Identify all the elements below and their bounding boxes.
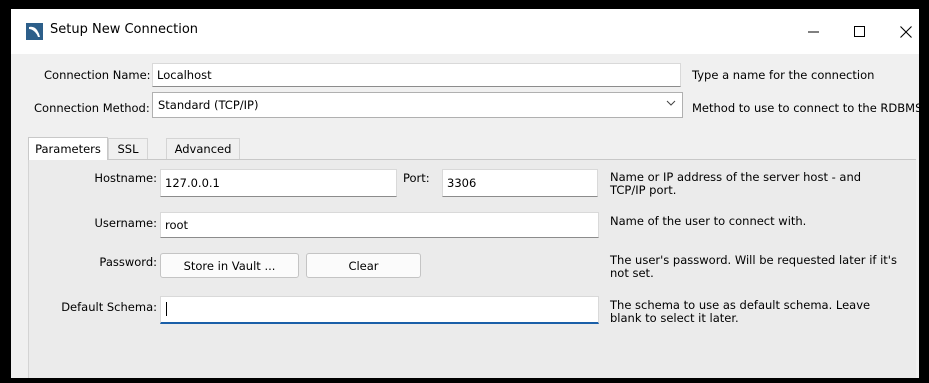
minimize-button[interactable]: [790, 9, 836, 54]
tab-parameters[interactable]: Parameters: [28, 137, 108, 160]
default-schema-input[interactable]: [160, 296, 599, 324]
connection-method-select[interactable]: Standard (TCP/IP): [152, 92, 683, 118]
clear-password-button[interactable]: Clear: [306, 253, 421, 278]
setup-connection-dialog: Setup New Connection Connection Name: Lo…: [11, 9, 919, 378]
maximize-icon: [853, 26, 865, 37]
tab-advanced[interactable]: Advanced: [166, 138, 240, 159]
connection-name-input[interactable]: Localhost: [152, 63, 681, 87]
connection-name-help: Type a name for the connection: [692, 68, 875, 82]
parameters-panel: Hostname: 127.0.0.1 Port: 3306 Name or I…: [28, 159, 916, 378]
maximize-button[interactable]: [836, 9, 882, 54]
minimize-icon: [807, 31, 819, 33]
default-schema-label: Default Schema:: [61, 300, 157, 314]
hostname-help: Name or IP address of the server host - …: [610, 170, 862, 197]
store-in-vault-button[interactable]: Store in Vault ...: [160, 253, 299, 278]
username-label: Username:: [94, 216, 158, 230]
port-input[interactable]: 3306: [442, 169, 598, 197]
username-help: Name of the user to connect with.: [610, 214, 807, 228]
connection-method-value: Standard (TCP/IP): [158, 98, 259, 112]
connection-method-help: Method to use to connect to the RDBMS: [692, 101, 919, 115]
tab-ssl[interactable]: SSL: [108, 138, 148, 159]
username-input[interactable]: root: [160, 212, 599, 238]
close-icon: [900, 25, 912, 38]
title-bar[interactable]: Setup New Connection: [11, 9, 919, 54]
dialog-content: Connection Name: Localhost Type a name f…: [11, 54, 919, 378]
close-button[interactable]: [883, 9, 919, 54]
connection-method-label: Connection Method:: [34, 101, 150, 115]
connection-name-label: Connection Name:: [44, 68, 151, 82]
password-help: The user's password. Will be requested l…: [610, 253, 897, 280]
window-title: Setup New Connection: [50, 22, 199, 37]
hostname-input[interactable]: 127.0.0.1: [160, 169, 397, 197]
port-label: Port:: [403, 171, 430, 185]
password-label: Password:: [99, 255, 157, 269]
default-schema-help: The schema to use as default schema. Lea…: [610, 298, 871, 325]
mysql-workbench-icon: [26, 23, 43, 40]
hostname-label: Hostname:: [94, 171, 157, 185]
text-caret: [166, 302, 167, 316]
chevron-down-icon: [666, 100, 676, 106]
